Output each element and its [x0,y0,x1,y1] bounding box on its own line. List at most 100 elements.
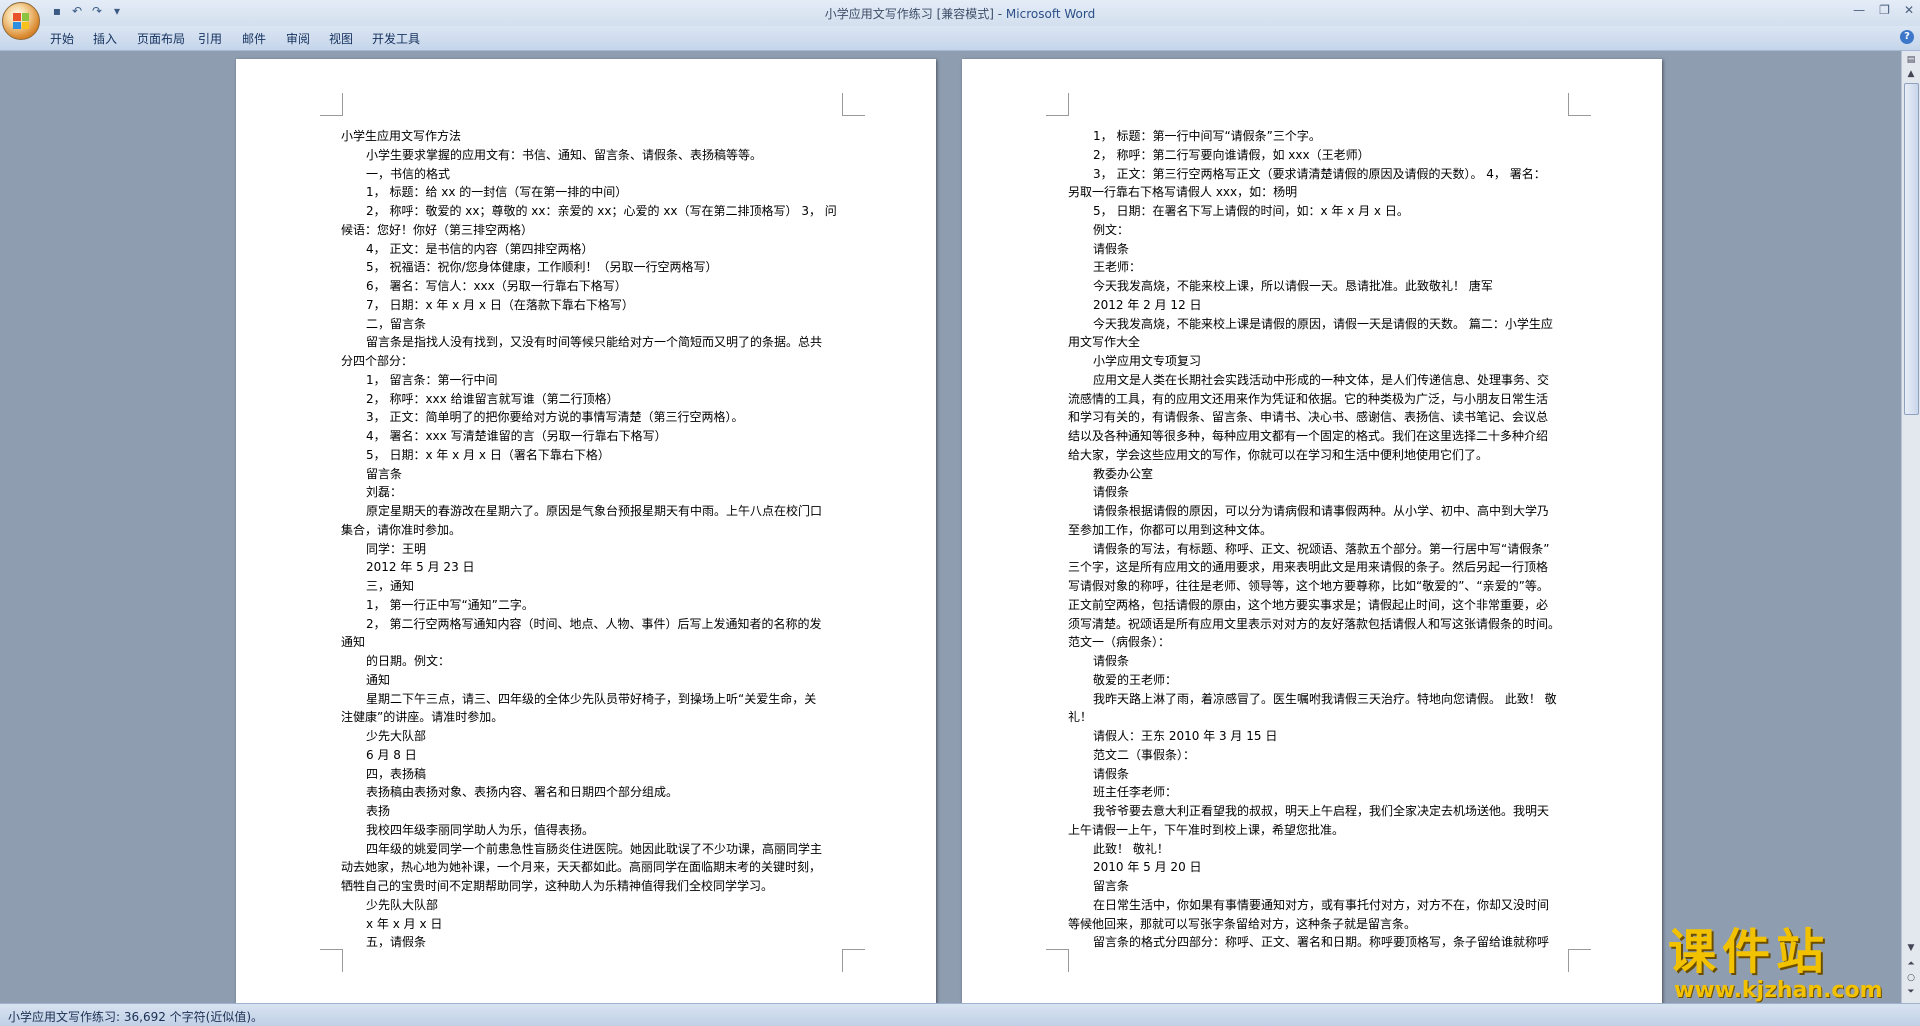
paragraph-line: 另取一行靠右下格写请假人 xxx，如：杨明 [1068,185,1298,200]
paragraph-line: 2， 称呼：敬爱的 xx；尊敬的 xx：亲爱的 xx；心爱的 xx（写在第二排顶… [366,204,837,218]
margin-corner-mark [842,93,865,116]
tab-review[interactable]: 审阅 [286,30,310,47]
paragraph-line: 四，表扬稿 [366,766,427,781]
scroll-up-icon[interactable]: ▲ [1904,67,1918,81]
paragraph-line: 2， 称呼：第二行写要向谁请假，如 xxx（王老师） [1093,147,1370,162]
paragraph-line: 候语：您好！你好（第三排空两格） [341,222,534,237]
scroll-down-icon[interactable]: ▼ [1904,941,1918,955]
paragraph-line: 5， 祝福语：祝你/您身体健康，工作顺利！（另取一行空两格写） [366,260,718,275]
vertical-scrollbar[interactable]: ▤ ▲ ▼ ⏶ ○ ⏷ [1901,51,1920,1003]
paragraph-line: 我昨天路上淋了雨，着凉感冒了。医生嘱咐我请假三天治疗。特地向您请假。 此致！ 敬 [1093,691,1557,706]
paragraph-line: 我校四年级李丽同学助人为乐，值得表扬。 [366,822,595,837]
paragraph-line: 请假条 [1093,766,1130,781]
paragraph-line: 6， 署名：写信人：xxx（另取一行靠右下格写） [366,279,627,293]
margin-corner-mark [320,949,343,972]
paragraph-line: 例文： [1093,222,1130,237]
document-workspace: 小学生应用文写作方法小学生要求掌握的应用文有：书信、通知、留言条、请假条、表扬稿… [0,51,1902,1003]
paragraph-line: 小学生要求掌握的应用文有：书信、通知、留言条、请假条、表扬稿等等。 [366,147,763,162]
tab-references[interactable]: 引用 [198,30,222,47]
paragraph-line: 小学生应用文写作方法 [341,129,462,143]
paragraph-line: 王老师： [1093,260,1142,275]
paragraph-line: 2012 年 2 月 12 日 [1093,297,1202,312]
paragraph-line: 教委办公室 [1093,466,1154,481]
watermark-text: 课件站 [1668,924,1831,980]
tab-mailings[interactable]: 邮件 [242,30,266,47]
paragraph-line: 2010 年 5 月 20 日 [1093,860,1202,875]
paragraph-line: 少先队大队部 [366,897,439,912]
paragraph-line: 动去她家，热心地为她补课，一个月来，天天都如此。高丽同学在面临期末考的关键时刻， [341,860,822,875]
paragraph-line: 的日期。例文： [366,654,451,668]
watermark-url: www.kjzhan.com [1674,978,1883,1003]
tab-view[interactable]: 视图 [329,30,353,47]
window-title: 小学应用文写作练习 [兼容模式] - Microsoft Word [0,5,1920,22]
page-2[interactable]: 1， 标题：第一行中间写“请假条”三个字。 2， 称呼：第二行写要向谁请假，如 x… [962,59,1662,1003]
page-2-body[interactable]: 1， 标题：第一行中间写“请假条”三个字。 2， 称呼：第二行写要向谁请假，如 x… [1068,127,1578,952]
paragraph-line: 应用文是人类在长期社会实践活动中形成的一种文体，是人们传递信息、处理事务、交 [1093,372,1550,387]
maximize-icon[interactable]: ❐ [1879,3,1890,17]
select-browse-object-icon[interactable]: ○ [1904,971,1918,985]
office-button[interactable] [2,2,40,40]
paragraph-line: 今天我发高烧，不能来校上课是请假的原因，请假一天是请假的天数。 篇二：小学生应 [1093,316,1553,331]
paragraph-line: 写请假对象的称呼，往往是老师、领导等，这个地方要尊称，比如“敬爱的”、“亲爱的”… [1068,579,1549,593]
margin-corner-mark [1046,93,1069,116]
paragraph-line: 在日常生活中，你如果有事情要通知对方，或有事托付对方，对方不在，你却又没时间 [1093,897,1550,912]
word-count-status[interactable]: 小学应用文写作练习: 36,692 个字符(近似值)。 [8,1008,263,1025]
document-title: 小学应用文写作练习 [兼容模式] - [824,7,1006,21]
minimize-icon[interactable]: — [1853,3,1865,17]
paragraph-line: 1， 标题：给 xx 的一封信（写在第一排的中间） [366,185,628,200]
tab-page-layout[interactable]: 页面布局 [137,30,185,47]
paragraph-line: 表扬稿由表扬对象、表扬内容、署名和日期四个部分组成。 [366,785,679,800]
paragraph-line: 五，请假条 [366,935,427,950]
paragraph-line: 和学习有关的，有请假条、留言条、申请书、决心书、感谢信、表扬信、读书笔记、会议总 [1068,410,1549,425]
previous-page-icon[interactable]: ⏶ [1904,957,1918,971]
paragraph-line: 分四个部分： [341,354,414,368]
paragraph-line: 给大家，学会这些应用文的写作，你就可以在学习和生活中便利地使用它们了。 [1068,447,1489,462]
paragraph-line: 5， 日期：在署名下写上请假的时间，如：x 年 x 月 x 日。 [1093,204,1409,218]
paragraph-line: 7， 日期：x 年 x 月 x 日（在落款下靠右下格写） [366,297,634,312]
next-page-icon[interactable]: ⏷ [1904,985,1918,999]
ruler-toggle-icon[interactable]: ▤ [1904,53,1918,67]
tab-insert[interactable]: 插入 [93,30,117,47]
paragraph-line: 请假条 [1093,241,1130,256]
help-icon[interactable]: ? [1900,30,1914,44]
office-logo-icon [13,13,29,29]
paragraph-line: 四年级的姚爱同学一个前患急性盲肠炎住进医院。她因此耽误了不少功课，高丽同学主 [366,841,823,856]
page-1[interactable]: 小学生应用文写作方法小学生要求掌握的应用文有：书信、通知、留言条、请假条、表扬稿… [236,59,936,1003]
paragraph-line: 须写清楚。祝颂语是所有应用文里表示对对方的友好落款包括请假人和写这张请假条的时间… [1068,616,1561,631]
app-name: Microsoft Word [1005,7,1096,21]
window-controls: — ❐ ✕ [1853,3,1914,17]
paragraph-line: 集合，请你准时参加。 [341,522,462,537]
scrollbar-thumb[interactable] [1904,83,1919,415]
paragraph-line: 班主任李老师： [1093,785,1178,800]
tab-home[interactable]: 开始 [50,30,74,47]
paragraph-line: 注健康”的讲座。请准时参加。 [341,710,504,725]
paragraph-line: 至参加工作，你都可以用到这种文体。 [1068,522,1273,537]
paragraph-line: 5， 日期：x 年 x 月 x 日（署名下靠右下格） [366,447,610,462]
paragraph-line: 牺牲自己的宝贵时间不定期帮助同学，这种助人为乐精神值得我们全校同学学习。 [341,879,774,893]
paragraph-line: 6 月 8 日 [366,747,417,762]
paragraph-line: 1， 留言条：第一行中间 [366,372,498,387]
paragraph-line: 3， 正文：简单明了的把你要给对方说的事情写清楚（第三行空两格）。 [366,410,744,425]
paragraph-line: 4， 正文：是书信的内容（第四排空两格） [366,241,594,256]
title-bar: ▪ ↶ ↷ ▾ 小学应用文写作练习 [兼容模式] - Microsoft Wor… [0,0,1920,40]
paragraph-line: 同学：王明 [366,541,427,556]
tab-developer[interactable]: 开发工具 [372,30,420,47]
watermark-logo: 课件站 www.kjzhan.com [1668,924,1900,1003]
ribbon-tabs: 开始 插入 页面布局 引用 邮件 审阅 视图 开发工具 ? [0,26,1920,51]
paragraph-line: 今天我发高烧，不能来校上课，所以请假一天。恳请批准。此致敬礼！ 唐军 [1093,279,1493,293]
page-1-body[interactable]: 小学生应用文写作方法小学生要求掌握的应用文有：书信、通知、留言条、请假条、表扬稿… [341,127,851,952]
paragraph-line: 留言条是指找人没有找到，又没有时间等候只能给对方一个简短而又明了的条据。总共 [366,335,823,350]
paragraph-line: 流感情的工具，有的应用文还用来作为凭证和依据。它的种类极为广泛，与小朋友日常生活 [1068,391,1549,406]
paragraph-line: 用文写作大全 [1068,335,1141,350]
paragraph-line: 请假人：王东 2010 年 3 月 15 日 [1093,729,1278,743]
paragraph-line: 1， 第一行正中写“通知”二字。 [366,597,534,612]
paragraph-line: 原定星期天的春游改在星期六了。原因是气象台预报星期天有中雨。上午八点在校门口 [366,504,823,518]
paragraph-line: 刘磊： [366,485,403,500]
status-bar: 小学应用文写作练习: 36,692 个字符(近似值)。 [0,1003,1920,1026]
paragraph-line: 通知 [341,635,366,650]
paragraph-line: 此致！ 敬礼！ [1093,841,1169,856]
paragraph-line: 星期二下午三点，请三、四年级的全体少先队员带好椅子，到操场上听“关爱生命，关 [366,691,817,706]
close-icon[interactable]: ✕ [1904,3,1914,17]
paragraph-line: 1， 标题：第一行中间写“请假条”三个字。 [1093,129,1321,143]
margin-corner-mark [1568,93,1591,116]
